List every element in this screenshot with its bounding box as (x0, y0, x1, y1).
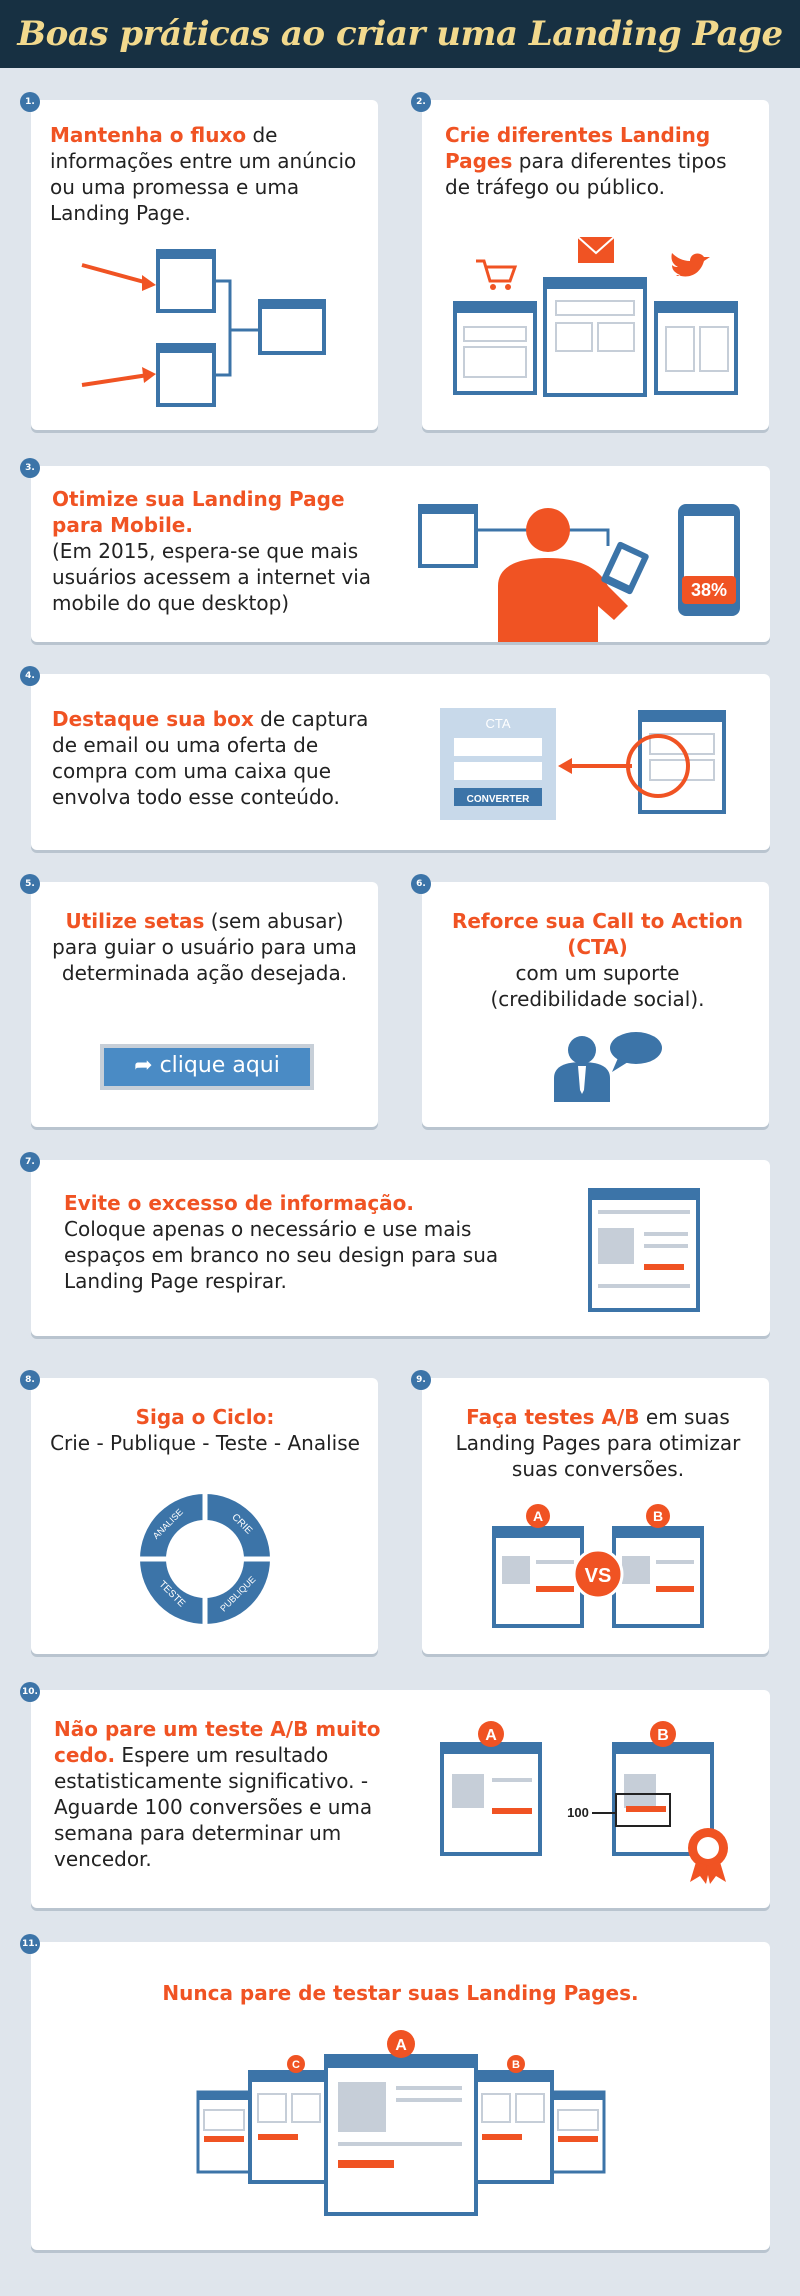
whitespace-page-icon (588, 1188, 700, 1312)
step-number: 2. (411, 92, 431, 112)
variant-b-label: B (653, 1508, 663, 1524)
mobile-percent: 38% (691, 580, 727, 600)
variant-a-label: A (395, 2037, 407, 2054)
card-body: (Em 2015, espera-se que mais usuários ac… (52, 539, 372, 615)
step-number: 4. (20, 666, 40, 686)
card-body: com um suporte (credibilidade social). (490, 961, 705, 1011)
card-highlight: Reforce sua Call to Action (CTA) (451, 909, 744, 959)
step-number: 9. (411, 1370, 431, 1390)
card-text: Nunca pare de testar suas Landing Pages. (31, 1980, 770, 2006)
card-text: Crie diferentes Landing Pages para difer… (445, 122, 755, 200)
envelope-icon (577, 236, 615, 263)
variant-b-label: B (657, 1727, 669, 1744)
card-text: Destaque sua box de captura de email ou … (52, 706, 392, 810)
variant-b-label: B (512, 2059, 520, 2071)
vs-label: VS (585, 1565, 612, 1587)
cycle-diagram: CRIE PUBLIQUE TESTE ANALISE (140, 1494, 270, 1624)
card-text: Reforce sua Call to Action (CTA) com um … (445, 908, 750, 1012)
variant-c-label: C (292, 2059, 300, 2071)
card-text: Utilize setas (sem abusar) para guiar o … (52, 908, 357, 986)
cart-icon (476, 259, 518, 290)
pages-diagram (453, 236, 738, 397)
step-number: 8. (20, 1370, 40, 1390)
page-title: Boas práticas ao criar uma Landing Page (17, 14, 783, 54)
card-body: Coloque apenas o necessário e use mais e… (64, 1217, 499, 1293)
step-number: 7. (20, 1152, 40, 1172)
cta-label: CTA (485, 716, 510, 731)
click-here-button[interactable]: ➦ clique aqui (100, 1044, 314, 1090)
card-highlight: Destaque sua box (52, 707, 254, 731)
mobile-diagram: 38% (418, 504, 740, 642)
card-highlight: Siga o Ciclo: (135, 1405, 275, 1429)
step-number: 6. (411, 874, 431, 894)
winner-diagram: A B 100 (440, 1721, 728, 1884)
step-number: 3. (20, 458, 40, 478)
conversion-count: 100 (567, 1805, 589, 1820)
award-badge-icon (688, 1828, 728, 1884)
card-text: Não pare um teste A/B muito cedo. Espere… (54, 1716, 384, 1872)
arrow-icon: ➦ (134, 1053, 153, 1078)
card-highlight: Otimize sua Landing Page para Mobile. (52, 487, 345, 537)
step-number: 10. (20, 1682, 40, 1702)
card-text: Faça testes A/B em suas Landing Pages pa… (440, 1404, 756, 1482)
convert-label: CONVERTER (467, 794, 531, 805)
step-number: 5. (20, 874, 40, 894)
social-proof-icon (554, 1032, 662, 1102)
card-highlight: Nunca pare de testar suas Landing Pages. (162, 1981, 639, 2005)
card-highlight: Utilize setas (65, 909, 205, 933)
card-text: Otimize sua Landing Page para Mobile. (E… (52, 486, 392, 616)
card-text: Siga o Ciclo: Crie - Publique - Teste - … (36, 1404, 374, 1456)
card-body: Crie - Publique - Teste - Analise (50, 1431, 360, 1455)
card-text: Evite o excesso de informação. Coloque a… (64, 1190, 524, 1294)
pages-carousel: A C B (196, 2030, 606, 2216)
capture-box-diagram: CTA CONVERTER (440, 708, 726, 820)
card-text: Mantenha o fluxo de informações entre um… (50, 122, 360, 226)
variant-a-label: A (485, 1727, 497, 1744)
ab-test-diagram: A B VS (492, 1504, 704, 1628)
card-highlight: Faça testes A/B (466, 1405, 640, 1429)
step-number: 1. (20, 92, 40, 112)
button-label: clique aqui (159, 1053, 280, 1078)
flow-diagram (81, 249, 326, 407)
card-highlight: Mantenha o fluxo (50, 123, 247, 147)
variant-a-label: A (533, 1508, 543, 1524)
step-number: 11. (20, 1934, 40, 1954)
twitter-icon (671, 253, 710, 277)
card-highlight: Evite o excesso de informação. (64, 1191, 415, 1215)
